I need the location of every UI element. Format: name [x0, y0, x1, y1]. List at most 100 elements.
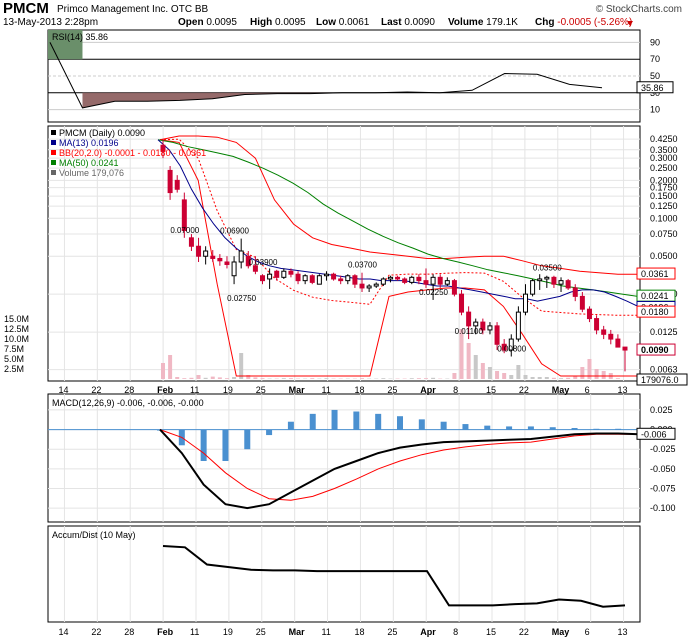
volume-bar [559, 378, 564, 379]
rsi-title: RSI(14) 35.86 [52, 32, 108, 42]
macd-histogram-bar [309, 413, 316, 430]
volume-bar [615, 378, 620, 379]
volume-bar [459, 329, 464, 379]
candle-body [352, 275, 358, 285]
volume-bar [409, 378, 414, 379]
macd-histogram-bar [200, 429, 207, 461]
volume-bar [260, 378, 265, 379]
macd-histogram-bar [418, 419, 425, 430]
candle-body [515, 311, 521, 340]
candle-body [579, 295, 585, 310]
candle-body [522, 293, 528, 313]
price-annotation: 0.01100 [455, 327, 484, 336]
candle-body [423, 280, 429, 285]
bb-legend: BB(20,2.0) -0.0001 - 0.0180 - 0.0361 [59, 148, 206, 158]
date-axis-label-bottom: 13 [618, 627, 628, 637]
volume-bar [551, 377, 556, 379]
candle-body [601, 329, 607, 335]
candle-body [274, 270, 280, 278]
candle-body [188, 237, 194, 247]
price-tick-label: 0.0125 [650, 327, 678, 337]
macd-title: MACD(12,26,9) -0.006, -0.006, -0.000 [52, 398, 204, 408]
candle-body [473, 321, 479, 327]
volume-bar [537, 377, 542, 379]
macd-histogram-bar [440, 421, 447, 430]
candle-body [572, 287, 578, 297]
candle-body [174, 179, 180, 190]
macd-histogram-bar [375, 413, 382, 430]
volume-bar [196, 375, 201, 379]
rsi-last-label: 35.86 [641, 83, 664, 93]
date-axis-label-bottom: 14 [58, 627, 68, 637]
macd-tick-label: -0.025 [650, 444, 676, 454]
bb-upper-line [159, 135, 637, 275]
date-axis-label-bottom: Feb [157, 627, 174, 637]
ma50-legend-swatch [51, 160, 56, 165]
candle-body [224, 261, 230, 265]
volume-bar [566, 377, 571, 379]
price-tick-label: 0.2500 [650, 163, 678, 173]
price-tick-label: 0.1250 [650, 201, 678, 211]
candle-body [359, 283, 365, 289]
volume-bar [423, 378, 428, 379]
rsi-oversold-fill [82, 92, 603, 108]
date-axis-label-bottom: Apr [420, 627, 436, 637]
candle-body [316, 275, 322, 285]
volume-bar [182, 378, 187, 379]
date-axis-label-bottom: 25 [256, 627, 266, 637]
macd-histogram-bar [222, 429, 229, 461]
volume-tick-label: 12.5M [4, 324, 29, 334]
candle-body [302, 275, 308, 282]
price-legend-swatch [51, 130, 56, 135]
volume-tick-label: 7.5M [4, 344, 24, 354]
volume-bar [381, 378, 386, 379]
candle-body [537, 278, 543, 282]
stock-chart: 9070503010RSI(14) 35.8635.860.42500.3500… [4, 29, 688, 637]
macd-histogram-bar [353, 411, 360, 430]
candle-body [530, 280, 536, 295]
last-value-label: 0.0361 [641, 269, 669, 279]
candle-body [594, 318, 600, 331]
volume-bar [530, 377, 535, 379]
macd-histogram-bar [287, 421, 294, 430]
price-tick-label: 0.3000 [650, 153, 678, 163]
price-annotation: 0.02250 [419, 288, 448, 297]
date-axis-label-bottom: 6 [585, 627, 590, 637]
date-axis-label-bottom: 25 [387, 627, 397, 637]
candle-body [444, 280, 450, 285]
date-axis-label-bottom: 22 [519, 627, 529, 637]
price-tick-label: 0.4250 [650, 134, 678, 144]
date-axis-label-bottom: 15 [486, 627, 496, 637]
candle-body [203, 250, 209, 257]
volume-tick-label: 15.0M [4, 314, 29, 324]
price-annotation: 0.07000 [170, 226, 199, 235]
accum-dist-panel [47, 525, 641, 623]
volume-bar [431, 377, 436, 379]
volume-bar [175, 377, 180, 379]
accum-dist-line [162, 545, 626, 608]
accum-dist-title: Accum/Dist (10 May) [52, 530, 136, 540]
price-tick-label: 0.0063 [650, 365, 678, 375]
candle-body [565, 280, 571, 289]
candle-body [430, 276, 436, 285]
volume-bar [253, 377, 258, 379]
volume-bar [189, 377, 194, 379]
candle-body [402, 278, 408, 283]
macd-histogram-bar [462, 424, 469, 430]
candle-body [380, 278, 386, 285]
volume-bar [288, 378, 293, 379]
macd-histogram-bar [266, 429, 273, 436]
volume-bar [281, 378, 286, 379]
candle-body [260, 275, 266, 282]
date-axis-label-bottom: Mar [289, 627, 306, 637]
last-value-label: 0.0090 [641, 345, 669, 355]
macd-panel [47, 393, 641, 523]
candle-body [288, 270, 294, 275]
volume-bar [161, 363, 165, 379]
volume-bar [203, 377, 208, 379]
candle-body [373, 283, 379, 287]
candle-body [459, 293, 465, 313]
candle-body [366, 285, 372, 289]
macd-histogram-bar [331, 409, 338, 430]
price-legend: PMCM (Daily) 0.0090 [59, 128, 145, 138]
